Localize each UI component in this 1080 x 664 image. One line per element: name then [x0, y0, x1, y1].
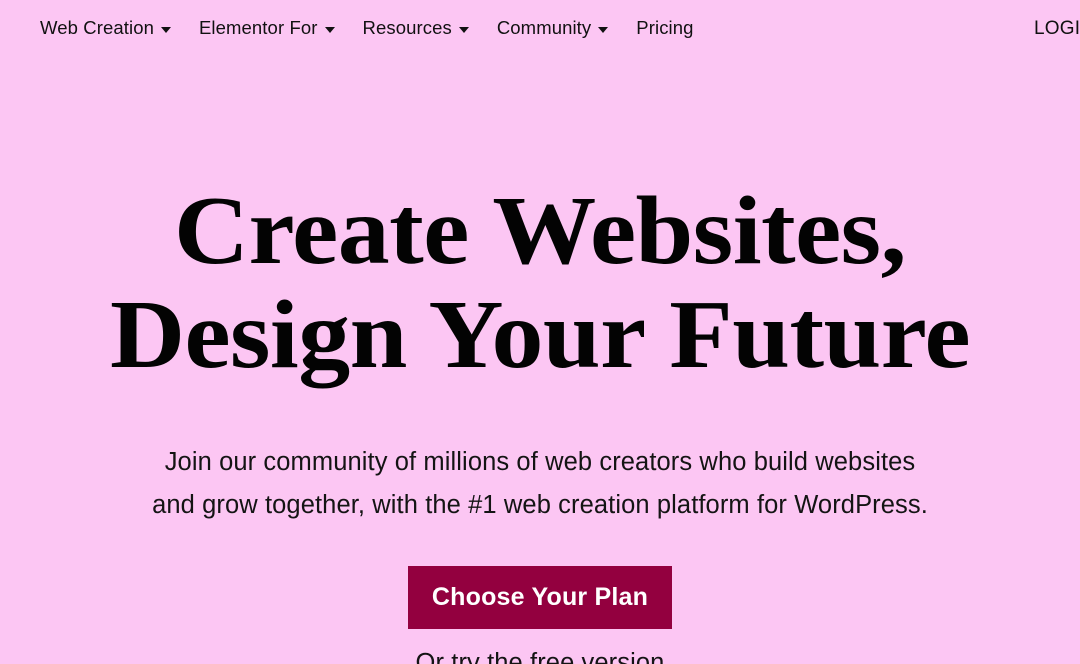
page-title: Create Websites, Design Your Future	[0, 179, 1080, 387]
chevron-down-icon	[160, 27, 171, 33]
hero-page: Web Creation Elementor For Resources Com…	[0, 0, 1080, 664]
nav-item-label: Elementor For	[198, 17, 318, 39]
hero-section: Create Websites, Design Your Future Join…	[0, 57, 1080, 664]
page-title-line-2: Design Your Future	[109, 281, 971, 389]
nav-item-label: Resources	[362, 17, 452, 39]
nav-item-resources[interactable]: Resources	[363, 19, 469, 38]
login-link[interactable]: LOGIN	[1034, 19, 1080, 38]
choose-your-plan-button[interactable]: Choose Your Plan	[408, 566, 672, 629]
nav-right-group: LOGIN	[1034, 0, 1080, 57]
hero-subtitle-line-1: Join our community of millions of web cr…	[164, 448, 916, 476]
nav-item-label: Community	[496, 17, 592, 39]
main-navigation: Web Creation Elementor For Resources Com…	[0, 0, 1080, 57]
nav-item-pricing[interactable]: Pricing	[636, 19, 693, 38]
nav-item-web-creation[interactable]: Web Creation	[40, 19, 171, 38]
free-version-line: Or try the free version	[0, 647, 1080, 664]
chevron-down-icon	[458, 27, 469, 33]
cta-container: Choose Your Plan	[0, 566, 1080, 629]
hero-subtitle: Join our community of millions of web cr…	[0, 441, 1080, 527]
nav-item-label: Pricing	[636, 17, 694, 39]
free-version-prefix: Or	[415, 649, 452, 664]
chevron-down-icon	[598, 27, 609, 33]
try-free-version-link[interactable]: try the free version	[451, 649, 664, 664]
nav-menu: Web Creation Elementor For Resources Com…	[40, 19, 722, 38]
hero-subtitle-line-2: and grow together, with the #1 web creat…	[152, 491, 928, 519]
chevron-down-icon	[324, 27, 335, 33]
page-title-line-1: Create Websites,	[173, 177, 907, 285]
nav-item-label: Web Creation	[40, 17, 154, 39]
nav-item-elementor-for[interactable]: Elementor For	[199, 19, 335, 38]
nav-item-community[interactable]: Community	[496, 17, 609, 39]
